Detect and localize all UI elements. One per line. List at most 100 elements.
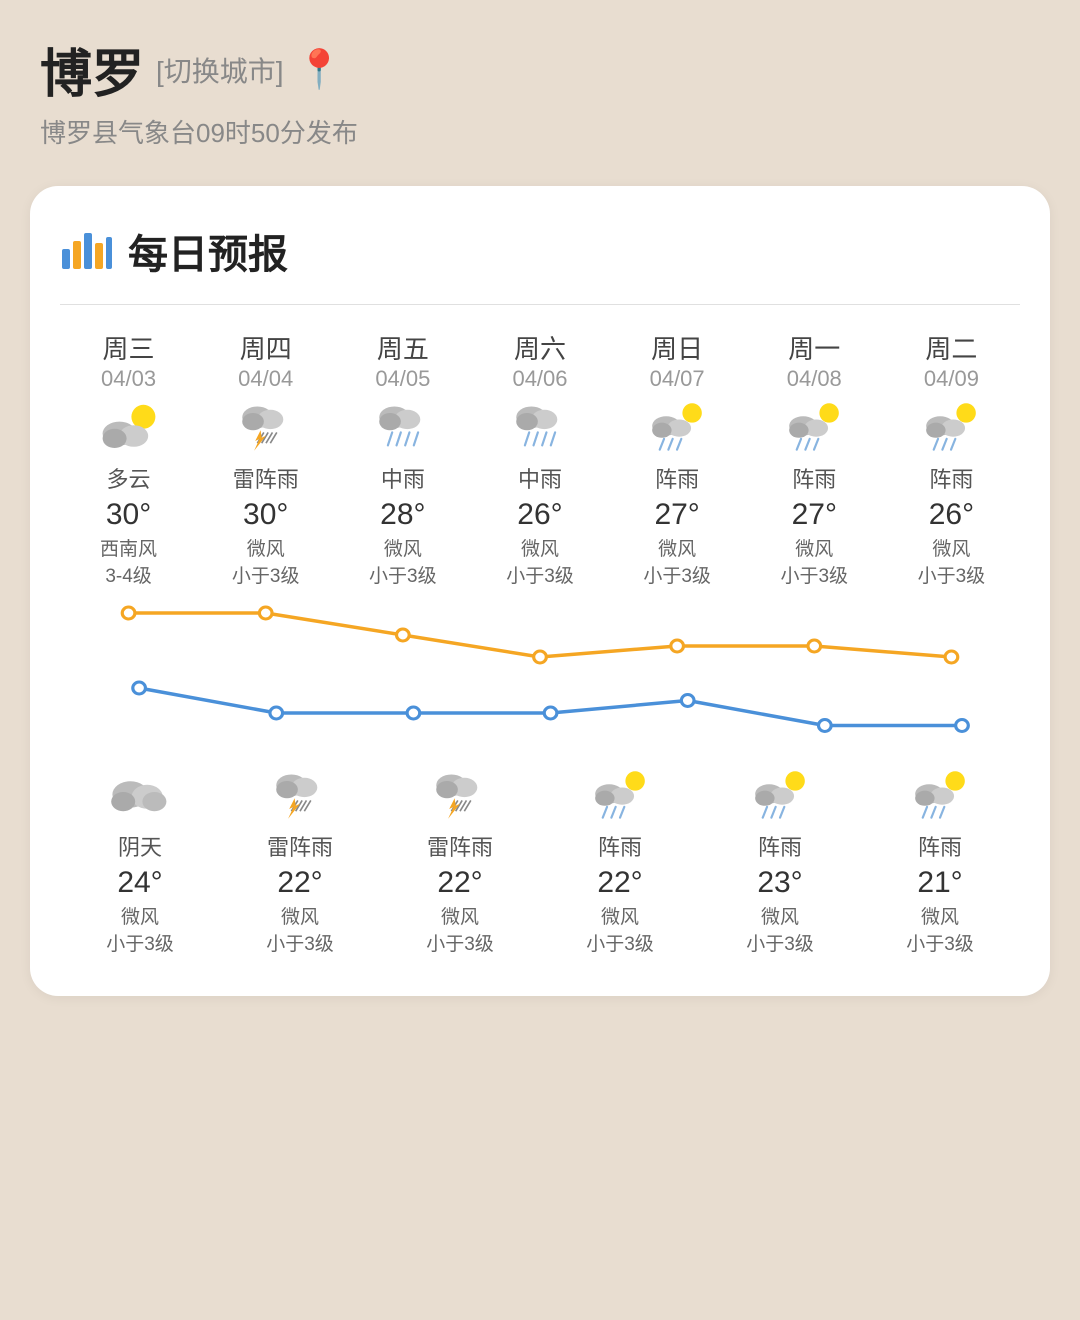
- temp-day-6: 26°: [929, 498, 974, 532]
- day-col-2: 周五 04/05 中雨 28° 微风 小于3级: [338, 329, 468, 588]
- temp-night-1: 22°: [277, 866, 322, 900]
- wind-level-night-0: 小于3级: [106, 929, 174, 956]
- wind-level-day-0: 3-4级: [105, 561, 151, 588]
- weather-desc-day-5: 阵雨: [792, 462, 836, 494]
- temp-day-0: 30°: [106, 498, 151, 532]
- night-col-0: 阴天 24° 微风 小于3级: [66, 768, 214, 956]
- wind-level-night-4: 小于3级: [746, 929, 814, 956]
- wind-level-day-6: 小于3级: [918, 561, 986, 588]
- card-icon: [60, 227, 112, 276]
- day-date-2: 04/05: [375, 366, 430, 392]
- weather-desc-day-2: 中雨: [381, 462, 425, 494]
- night-row: 阴天 24° 微风 小于3级 雷阵雨 22° 微风 小于3级: [60, 768, 1020, 956]
- temperature-chart: [60, 598, 1020, 758]
- day-name-3: 周六: [514, 329, 566, 366]
- card-header: 每日预报: [60, 222, 1020, 280]
- day-name-1: 周四: [240, 329, 292, 366]
- switch-city-button[interactable]: [切换城市]: [156, 50, 284, 90]
- wind-name-night-3: 微风: [601, 902, 639, 929]
- day-date-0: 04/03: [101, 366, 156, 392]
- divider: [60, 304, 1020, 305]
- location-icon: 📍: [296, 48, 343, 92]
- temp-day-1: 30°: [243, 498, 288, 532]
- weather-icon-day-1: [230, 400, 302, 456]
- night-col-5: 阵雨 21° 微风 小于3级: [866, 768, 1014, 956]
- weather-icon-night-2: [424, 768, 496, 824]
- wind-level-night-2: 小于3级: [426, 929, 494, 956]
- weather-desc-night-4: 阵雨: [758, 830, 802, 862]
- day-name-5: 周一: [788, 329, 840, 366]
- temp-day-5: 27°: [792, 498, 837, 532]
- day-name-6: 周二: [925, 329, 977, 366]
- day-col-0: 周三 04/03 多云 30° 西南风 3-4级: [64, 329, 194, 588]
- weather-icon-night-4: [744, 768, 816, 824]
- weather-desc-night-3: 阵雨: [598, 830, 642, 862]
- wind-name-day-2: 微风: [384, 534, 422, 561]
- day-col-6: 周二 04/09 阵雨 26° 微风 小于3级: [886, 329, 1016, 588]
- weather-icon-day-4: [641, 400, 713, 456]
- wind-name-night-2: 微风: [441, 902, 479, 929]
- days-row: 周三 04/03 多云 30° 西南风 3-4级 周四 04/04: [60, 329, 1020, 588]
- night-col-4: 阵雨 23° 微风 小于3级: [706, 768, 854, 956]
- wind-level-day-1: 小于3级: [232, 561, 300, 588]
- wind-name-day-3: 微风: [521, 534, 559, 561]
- wind-name-day-6: 微风: [932, 534, 970, 561]
- night-col-2: 雷阵雨 22° 微风 小于3级: [386, 768, 534, 956]
- card-title: 每日预报: [128, 222, 288, 280]
- weather-desc-night-0: 阴天: [118, 830, 162, 862]
- weather-desc-day-3: 中雨: [518, 462, 562, 494]
- wind-level-day-2: 小于3级: [369, 561, 437, 588]
- weather-icon-night-5: [904, 768, 976, 824]
- day-date-3: 04/06: [512, 366, 567, 392]
- weather-icon-night-0: [104, 768, 176, 824]
- wind-level-night-1: 小于3级: [266, 929, 334, 956]
- day-col-4: 周日 04/07 阵雨 27° 微风 小于3级: [612, 329, 742, 588]
- weather-desc-day-6: 阵雨: [929, 462, 973, 494]
- wind-name-night-5: 微风: [921, 902, 959, 929]
- weather-icon-night-3: [584, 768, 656, 824]
- day-col-3: 周六 04/06 中雨 26° 微风 小于3级: [475, 329, 605, 588]
- weather-desc-day-0: 多云: [107, 462, 151, 494]
- weather-desc-day-1: 雷阵雨: [233, 462, 299, 494]
- subtitle: 博罗县气象台09时50分发布: [40, 113, 1040, 150]
- wind-level-night-3: 小于3级: [586, 929, 654, 956]
- wind-name-day-5: 微风: [795, 534, 833, 561]
- header: 博罗 [切换城市] 📍 博罗县气象台09时50分发布: [0, 0, 1080, 166]
- temp-day-4: 27°: [654, 498, 699, 532]
- day-col-5: 周一 04/08 阵雨 27° 微风 小于3级: [749, 329, 879, 588]
- city-name: 博罗: [40, 32, 144, 107]
- temp-day-3: 26°: [517, 498, 562, 532]
- weather-desc-night-1: 雷阵雨: [267, 830, 333, 862]
- day-date-6: 04/09: [924, 366, 979, 392]
- temp-night-2: 22°: [437, 866, 482, 900]
- daily-forecast-card: 每日预报 周三 04/03 多云 30° 西南风 3-4级 周四 04/04: [30, 186, 1050, 996]
- wind-name-day-4: 微风: [658, 534, 696, 561]
- weather-icon-night-1: [264, 768, 336, 824]
- wind-level-night-5: 小于3级: [906, 929, 974, 956]
- wind-name-day-0: 西南风: [100, 534, 157, 561]
- day-name-2: 周五: [377, 329, 429, 366]
- day-name-4: 周日: [651, 329, 703, 366]
- temp-night-5: 21°: [917, 866, 962, 900]
- day-date-4: 04/07: [650, 366, 705, 392]
- weather-desc-night-5: 阵雨: [918, 830, 962, 862]
- wind-level-day-5: 小于3级: [780, 561, 848, 588]
- weather-icon-day-3: [504, 400, 576, 456]
- day-date-5: 04/08: [787, 366, 842, 392]
- weather-desc-day-4: 阵雨: [655, 462, 699, 494]
- wind-level-day-4: 小于3级: [643, 561, 711, 588]
- weather-icon-day-2: [367, 400, 439, 456]
- day-name-0: 周三: [103, 329, 155, 366]
- weather-icon-day-6: [915, 400, 987, 456]
- wind-name-night-0: 微风: [121, 902, 159, 929]
- wind-name-night-1: 微风: [281, 902, 319, 929]
- night-col-1: 雷阵雨 22° 微风 小于3级: [226, 768, 374, 956]
- night-col-3: 阵雨 22° 微风 小于3级: [546, 768, 694, 956]
- temp-day-2: 28°: [380, 498, 425, 532]
- temp-night-0: 24°: [117, 866, 162, 900]
- wind-name-night-4: 微风: [761, 902, 799, 929]
- weather-icon-day-5: [778, 400, 850, 456]
- wind-name-day-1: 微风: [247, 534, 285, 561]
- weather-desc-night-2: 雷阵雨: [427, 830, 493, 862]
- day-col-1: 周四 04/04 雷阵雨 30° 微风 小于3级: [201, 329, 331, 588]
